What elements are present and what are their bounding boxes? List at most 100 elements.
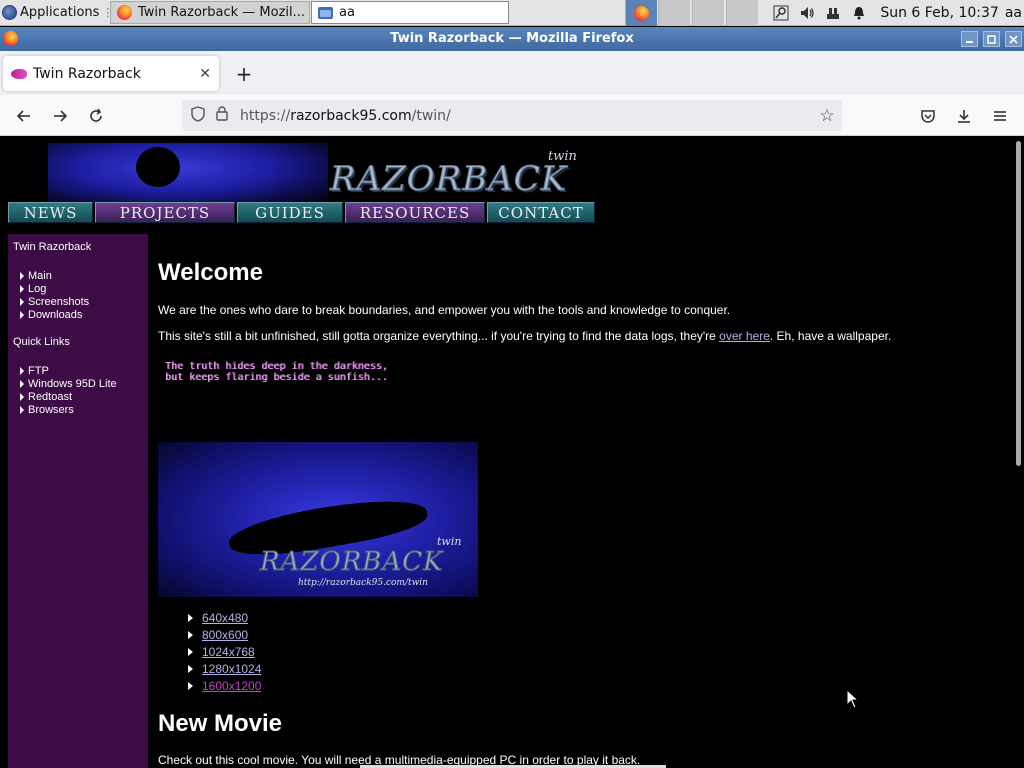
top-panel: Applications ⋮ Twin Razorback — Mozil...… (0, 0, 1024, 26)
pocket-button[interactable] (915, 103, 941, 129)
navigation-bar: https://razorback95.com/twin/ ☆ (0, 95, 1024, 136)
url-path: /twin/ (411, 107, 451, 124)
list-item: 640x480 (188, 611, 248, 625)
resolution-link-640x480[interactable]: 640x480 (202, 611, 248, 625)
banner-logo-text: RAZORBACK (329, 159, 568, 200)
bullet-arrow-icon (20, 298, 24, 306)
folder-icon (318, 6, 333, 19)
tracking-shield-icon[interactable] (186, 105, 210, 126)
notification-bell-icon[interactable] (846, 0, 872, 26)
bullet-arrow-icon (188, 665, 193, 673)
sidebar-item-browsers[interactable]: Browsers (20, 404, 74, 416)
paragraph-text: . Eh, have a wallpaper. (769, 329, 892, 343)
sidebar-item-windows-95d-lite[interactable]: Windows 95D Lite (20, 378, 117, 390)
bullet-arrow-icon (20, 272, 24, 280)
wallpaper-url-text: http://razorback95.com/twin (298, 578, 428, 588)
taskbar-firefox-label: Twin Razorback — Mozil... (138, 5, 306, 20)
resolution-link-1600x1200[interactable]: 1600x1200 (202, 679, 261, 693)
bullet-arrow-icon (188, 682, 193, 690)
list-item: 1024x768 (188, 645, 255, 659)
tab-strip: Twin Razorback ✕ + (0, 51, 1024, 95)
taskbar-firefox-window[interactable]: Twin Razorback — Mozil... (110, 1, 310, 24)
back-button[interactable] (11, 103, 37, 129)
maximize-button[interactable] (983, 31, 1000, 47)
downloads-button[interactable] (951, 103, 977, 129)
user-menu[interactable]: aa (1005, 5, 1024, 21)
sidebar-item-label: Screenshots (28, 296, 90, 308)
bullet-arrow-icon (20, 367, 24, 375)
reload-button[interactable] (83, 103, 109, 129)
firefox-icon (117, 5, 132, 20)
url-text[interactable]: https://razorback95.com/twin/ (240, 108, 812, 124)
bullet-arrow-icon (188, 648, 193, 656)
padlock-icon[interactable] (210, 106, 234, 125)
firefox-icon (634, 5, 649, 21)
forward-button[interactable] (47, 103, 73, 129)
sidebar-heading-twin-razorback: Twin Razorback (13, 241, 92, 253)
sidebar-item-downloads[interactable]: Downloads (20, 309, 82, 321)
window-titlebar[interactable]: Twin Razorback — Mozilla Firefox (0, 27, 1024, 51)
sidebar-item-screenshots[interactable]: Screenshots (20, 296, 89, 308)
sidebar-item-label: Log (28, 283, 47, 295)
scrollbar-thumb[interactable] (1016, 141, 1021, 466)
workspace-4[interactable] (726, 0, 758, 26)
sidebar-item-log[interactable]: Log (20, 283, 46, 295)
sidebar-item-main[interactable]: Main (20, 270, 52, 282)
list-item: 800x600 (188, 628, 248, 642)
url-bar[interactable]: https://razorback95.com/twin/ ☆ (182, 100, 842, 131)
app-menu-button[interactable] (987, 103, 1013, 129)
applications-menu[interactable]: Applications ⋮ (0, 0, 117, 26)
nav-resources[interactable]: RESOURCES (345, 202, 485, 223)
sidebar-item-label: Redtoast (28, 391, 73, 403)
top-navigation: NEWS PROJECTS GUIDES RESOURCES CONTACT (8, 202, 595, 223)
resolution-link-1280x1024[interactable]: 1280x1024 (202, 662, 261, 676)
nav-guides[interactable]: GUIDES (237, 202, 343, 223)
window-title: Twin Razorback — Mozilla Firefox (390, 31, 634, 46)
bullet-arrow-icon (20, 406, 24, 414)
minimize-button[interactable] (961, 31, 978, 47)
resolution-link-1024x768[interactable]: 1024x768 (202, 645, 255, 659)
data-logs-paragraph: This site's still a bit unfinished, stil… (158, 329, 891, 343)
new-tab-button[interactable]: + (233, 63, 255, 85)
clock[interactable]: Sun 6 Feb, 10:37 (872, 5, 1004, 21)
razorback-favicon-icon (11, 68, 27, 79)
banner-glow (48, 143, 328, 205)
vertical-scrollbar[interactable] (1012, 137, 1024, 768)
sidebar-item-ftp[interactable]: FTP (20, 365, 49, 377)
intro-paragraph: We are the ones who dare to break bounda… (158, 303, 731, 317)
bookmark-star-icon[interactable]: ☆ (812, 106, 842, 126)
wallpaper-quote: The truth hides deep in the darkness, bu… (165, 361, 388, 383)
bullet-arrow-icon (188, 631, 193, 639)
nav-projects[interactable]: PROJECTS (95, 202, 235, 223)
close-window-button[interactable] (1005, 31, 1022, 47)
list-item: 1600x1200 (188, 679, 261, 693)
url-host: razorback95.com (290, 107, 412, 124)
sidebar: Twin Razorback Main Log Screenshots Down… (8, 234, 148, 768)
sidebar-item-redtoast[interactable]: Redtoast (20, 391, 72, 403)
tab-close-icon[interactable]: ✕ (199, 66, 211, 82)
search-icon[interactable] (768, 0, 794, 26)
sidebar-heading-quick-links: Quick Links (13, 336, 70, 348)
workspace-2[interactable] (658, 0, 690, 26)
banner-orb (136, 147, 180, 187)
nav-contact[interactable]: CONTACT (487, 202, 595, 223)
tab-twin-razorback[interactable]: Twin Razorback ✕ (3, 56, 219, 91)
sidebar-item-label: Main (28, 270, 52, 282)
volume-icon[interactable] (794, 0, 820, 26)
network-icon[interactable] (820, 0, 846, 26)
taskbar-folder-window[interactable]: aa (311, 1, 509, 24)
url-scheme: https:// (240, 107, 291, 124)
page-viewport: RAZORBACK twin NEWS PROJECTS GUIDES RESO… (0, 137, 1024, 768)
applications-label: Applications (20, 5, 100, 20)
welcome-heading: Welcome (158, 259, 263, 286)
nav-news[interactable]: NEWS (8, 202, 93, 223)
workspace-1[interactable] (625, 0, 657, 26)
system-tray: Sun 6 Feb, 10:37 aa (768, 0, 1024, 26)
list-item: 1280x1024 (188, 662, 261, 676)
resolution-link-800x600[interactable]: 800x600 (202, 628, 248, 642)
tab-title: Twin Razorback (33, 65, 141, 82)
workspace-3[interactable] (692, 0, 724, 26)
sidebar-item-label: Windows 95D Lite (28, 378, 117, 390)
data-logs-link[interactable]: over here (719, 329, 770, 343)
site-banner[interactable]: RAZORBACK twin (8, 143, 598, 205)
